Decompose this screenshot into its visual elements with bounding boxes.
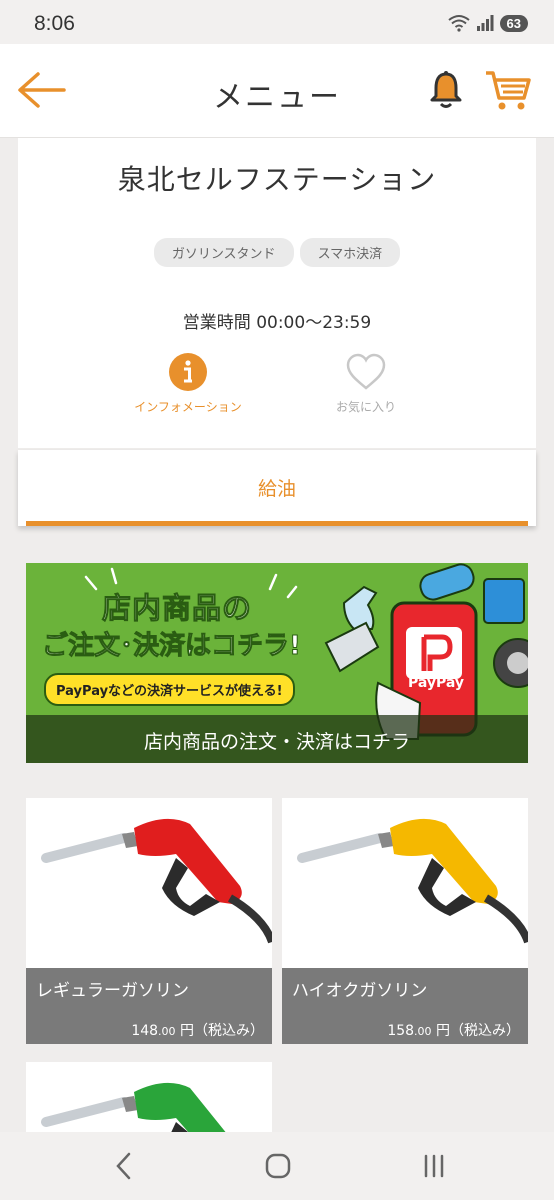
price-main: 158: [387, 1023, 415, 1039]
battery-indicator: 63: [499, 14, 528, 32]
system-back-button[interactable]: [104, 1150, 144, 1182]
back-button[interactable]: [14, 68, 68, 112]
information-button[interactable]: インフォメーション: [113, 352, 263, 415]
notification-button[interactable]: [428, 70, 464, 110]
store-order-banner[interactable]: 店内商品の ご注文･決済はコチラ! PayPayなどの決済サービスが使える! P…: [26, 563, 528, 763]
product-card[interactable]: ハイオクガソリン 158.00 円（税込み）: [282, 798, 528, 1044]
tab-refuel[interactable]: 給油: [18, 474, 536, 501]
shop-tag: ガソリンスタンド: [153, 238, 294, 267]
shop-tag: スマホ決済: [299, 238, 401, 267]
app-header: メニュー: [0, 44, 554, 138]
cart-button[interactable]: [484, 68, 532, 112]
favorite-label: お気に入り: [335, 400, 396, 414]
status-bar: 8:06 63: [0, 0, 554, 44]
fuel-nozzle-icon: [41, 818, 272, 944]
status-icons: 63: [447, 14, 528, 32]
banner-caption-bar: 店内商品の注文・決済はコチラ: [26, 715, 528, 763]
bell-icon: [430, 71, 462, 108]
shop-name: 泉北セルフステーション: [117, 163, 437, 196]
product-info: レギュラーガソリン 148.00 円（税込み）: [26, 968, 272, 1044]
status-time: 8:06: [34, 12, 75, 35]
price-decimal: .00: [414, 1025, 432, 1038]
banner-payment-note: PayPayなどの決済サービスが使える!: [44, 673, 295, 706]
favorite-button[interactable]: お気に入り: [291, 352, 441, 415]
cart-icon: [486, 71, 531, 110]
system-recents-button[interactable]: [414, 1150, 454, 1182]
price-suffix: 円（税込み）: [431, 1023, 520, 1039]
product-card[interactable]: レギュラーガソリン 148.00 円（税込み）: [26, 798, 272, 1044]
info-icon: [169, 353, 207, 391]
product-name: レギュラーガソリン: [36, 981, 189, 1001]
wifi-icon: [447, 15, 470, 32]
price-main: 148: [131, 1023, 159, 1039]
product-name: ハイオクガソリン: [292, 981, 428, 1001]
back-arrow-icon: [18, 72, 66, 108]
recents-icon: [424, 1154, 444, 1178]
product-price: 148.00 円（税込み）: [131, 1020, 264, 1040]
signal-icon: [476, 15, 494, 31]
fuel-nozzle-icon: [297, 818, 528, 944]
tab-active-indicator: [26, 521, 528, 526]
heart-icon: [346, 353, 386, 390]
shop-card: 泉北セルフステーション ガソリンスタンド スマホ決済 営業時間 00:00〜23…: [18, 138, 536, 448]
product-price: 158.00 円（税込み）: [387, 1020, 520, 1040]
system-nav-bar: [0, 1132, 554, 1200]
banner-headline-line2: ご注文･決済はコチラ!: [42, 631, 302, 662]
shop-tags: ガソリンスタンド スマホ決済: [18, 238, 536, 267]
banner-caption: 店内商品の注文・決済はコチラ: [143, 731, 410, 753]
chevron-left-icon: [116, 1152, 131, 1180]
price-decimal: .00: [158, 1025, 176, 1038]
business-hours: 営業時間 00:00〜23:59: [182, 313, 372, 333]
product-info: ハイオクガソリン 158.00 円（税込み）: [282, 968, 528, 1044]
home-icon: [265, 1153, 291, 1179]
information-label: インフォメーション: [134, 400, 242, 414]
banner-headline-line1: 店内商品の: [101, 591, 253, 626]
price-suffix: 円（税込み）: [175, 1023, 264, 1039]
page-title: メニュー: [213, 80, 341, 115]
system-home-button[interactable]: [258, 1150, 298, 1182]
tab-bar: 給油: [18, 450, 536, 526]
paypay-logo-text: PayPay: [408, 675, 465, 691]
